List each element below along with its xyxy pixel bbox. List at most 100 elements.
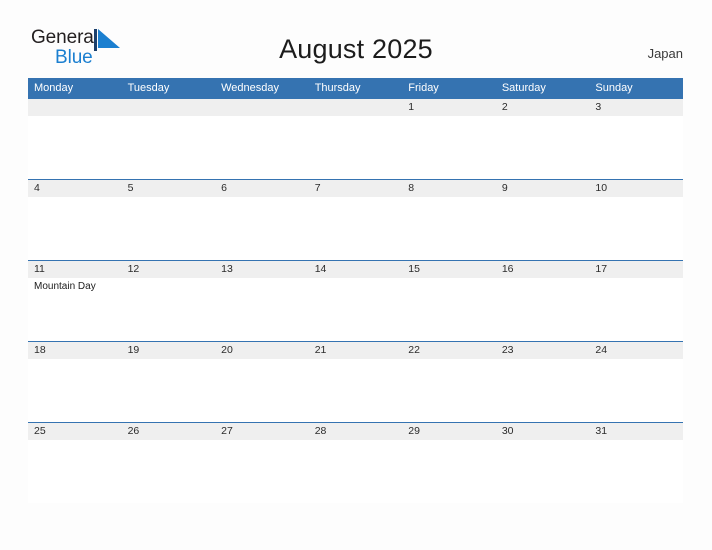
- calendar-week-row: 1 2 3: [28, 98, 683, 179]
- day-number: 20: [221, 344, 233, 356]
- day-events: [315, 116, 403, 118]
- day-cell[interactable]: 7: [309, 180, 403, 260]
- day-number: 18: [34, 344, 46, 356]
- day-events: [595, 359, 683, 361]
- day-events: [128, 440, 216, 442]
- page-title: August 2025: [279, 34, 433, 64]
- day-events: [315, 359, 403, 361]
- day-events: [128, 359, 216, 361]
- day-cell[interactable]: 25: [28, 423, 122, 503]
- weekday-header-tuesday: Tuesday: [127, 82, 170, 94]
- day-cell[interactable]: 18: [28, 342, 122, 422]
- day-cell[interactable]: 31: [589, 423, 683, 503]
- day-events: [315, 278, 403, 280]
- day-events: [595, 197, 683, 199]
- day-events: [128, 197, 216, 199]
- day-events: Mountain Day: [34, 278, 122, 293]
- day-events: [221, 278, 309, 280]
- week-day-cells: 18 19 20 21 22 23 24: [28, 342, 683, 422]
- day-cell[interactable]: 30: [496, 423, 590, 503]
- day-number: 29: [408, 425, 420, 437]
- page-header: General Blue August 2025 Japan: [0, 0, 712, 76]
- day-number: 1: [408, 101, 415, 113]
- day-events: [34, 359, 122, 361]
- day-events: [128, 116, 216, 118]
- region-label: Japan: [647, 46, 683, 61]
- calendar-grid: Monday Tuesday Wednesday Thursday Friday…: [28, 78, 683, 503]
- day-cell[interactable]: 12: [122, 261, 216, 341]
- day-number: 9: [501, 182, 508, 194]
- week-day-cells: 11 Mountain Day 12 13 14 15 16 17: [28, 261, 683, 341]
- day-cell[interactable]: 19: [122, 342, 216, 422]
- day-events: [221, 116, 309, 118]
- day-number: 21: [314, 344, 327, 356]
- day-cell[interactable]: 26: [122, 423, 216, 503]
- day-number: 22: [408, 344, 420, 356]
- day-cell[interactable]: 3: [589, 99, 683, 179]
- day-cell-empty: [122, 99, 216, 179]
- day-cell[interactable]: 23: [496, 342, 590, 422]
- day-cell[interactable]: 11 Mountain Day: [28, 261, 122, 341]
- day-cell[interactable]: 28: [309, 423, 403, 503]
- day-events: [128, 278, 216, 280]
- day-cell[interactable]: 15: [402, 261, 496, 341]
- weekday-header-monday: Monday: [34, 82, 74, 94]
- day-cell[interactable]: 1: [402, 99, 496, 179]
- day-events: [408, 278, 496, 280]
- weekday-header-friday: Friday: [408, 82, 439, 94]
- day-events: [408, 116, 496, 118]
- day-events: [502, 197, 590, 199]
- day-cell[interactable]: 16: [496, 261, 590, 341]
- day-cell[interactable]: 29: [402, 423, 496, 503]
- day-cell[interactable]: 6: [215, 180, 309, 260]
- day-events: [595, 278, 683, 280]
- day-cell[interactable]: 8: [402, 180, 496, 260]
- day-events: [221, 197, 309, 199]
- day-cell[interactable]: 13: [215, 261, 309, 341]
- weekday-header-row: Monday Tuesday Wednesday Thursday Friday…: [28, 78, 683, 98]
- day-cell[interactable]: 2: [496, 99, 590, 179]
- day-cell[interactable]: 10: [589, 180, 683, 260]
- day-number: 26: [127, 425, 140, 437]
- day-number: 6: [221, 182, 227, 194]
- day-cell[interactable]: 5: [122, 180, 216, 260]
- calendar-week-row: 18 19 20 21 22 23 24: [28, 341, 683, 422]
- day-number: 5: [127, 182, 134, 194]
- day-events: [408, 359, 496, 361]
- day-number: 4: [34, 182, 40, 194]
- day-events: [408, 440, 496, 442]
- day-number: 11: [34, 263, 45, 275]
- day-cell[interactable]: 4: [28, 180, 122, 260]
- day-events: [595, 440, 683, 442]
- calendar-week-row: 25 26 27 28 29 30 31: [28, 422, 683, 503]
- week-day-cells: 4 5 6 7 8 9 10: [28, 180, 683, 260]
- day-number: 16: [501, 263, 514, 275]
- day-cell[interactable]: 14: [309, 261, 403, 341]
- day-events: [502, 359, 590, 361]
- day-cell[interactable]: 21: [309, 342, 403, 422]
- weekday-header-sunday: Sunday: [595, 82, 633, 94]
- day-number: 2: [501, 101, 508, 113]
- day-cell[interactable]: 22: [402, 342, 496, 422]
- day-cell[interactable]: 24: [589, 342, 683, 422]
- weekday-header-wednesday: Wednesday: [221, 82, 280, 94]
- day-number: 30: [501, 425, 514, 437]
- day-events: [221, 359, 309, 361]
- day-cell[interactable]: 27: [215, 423, 309, 503]
- day-cell[interactable]: 20: [215, 342, 309, 422]
- day-events: [315, 197, 403, 199]
- day-cell[interactable]: 17: [589, 261, 683, 341]
- calendar-weeks: 1 2 3 4 5 6 7 8 9 10 11 Mountain Day 12 13 14 15 16 17 18 1…: [28, 98, 683, 503]
- day-events: [315, 440, 403, 442]
- day-cell[interactable]: 9: [496, 180, 590, 260]
- week-day-cells: 1 2 3: [28, 99, 683, 179]
- calendar-week-row: 4 5 6 7 8 9 10: [28, 179, 683, 260]
- day-number: 28: [314, 425, 327, 437]
- day-events: [34, 116, 122, 118]
- day-number: 27: [221, 425, 233, 437]
- day-event: Mountain Day: [34, 281, 96, 292]
- day-number: 14: [314, 263, 327, 275]
- day-cell-empty: [309, 99, 403, 179]
- day-number: 25: [34, 425, 46, 437]
- day-events: [502, 116, 590, 118]
